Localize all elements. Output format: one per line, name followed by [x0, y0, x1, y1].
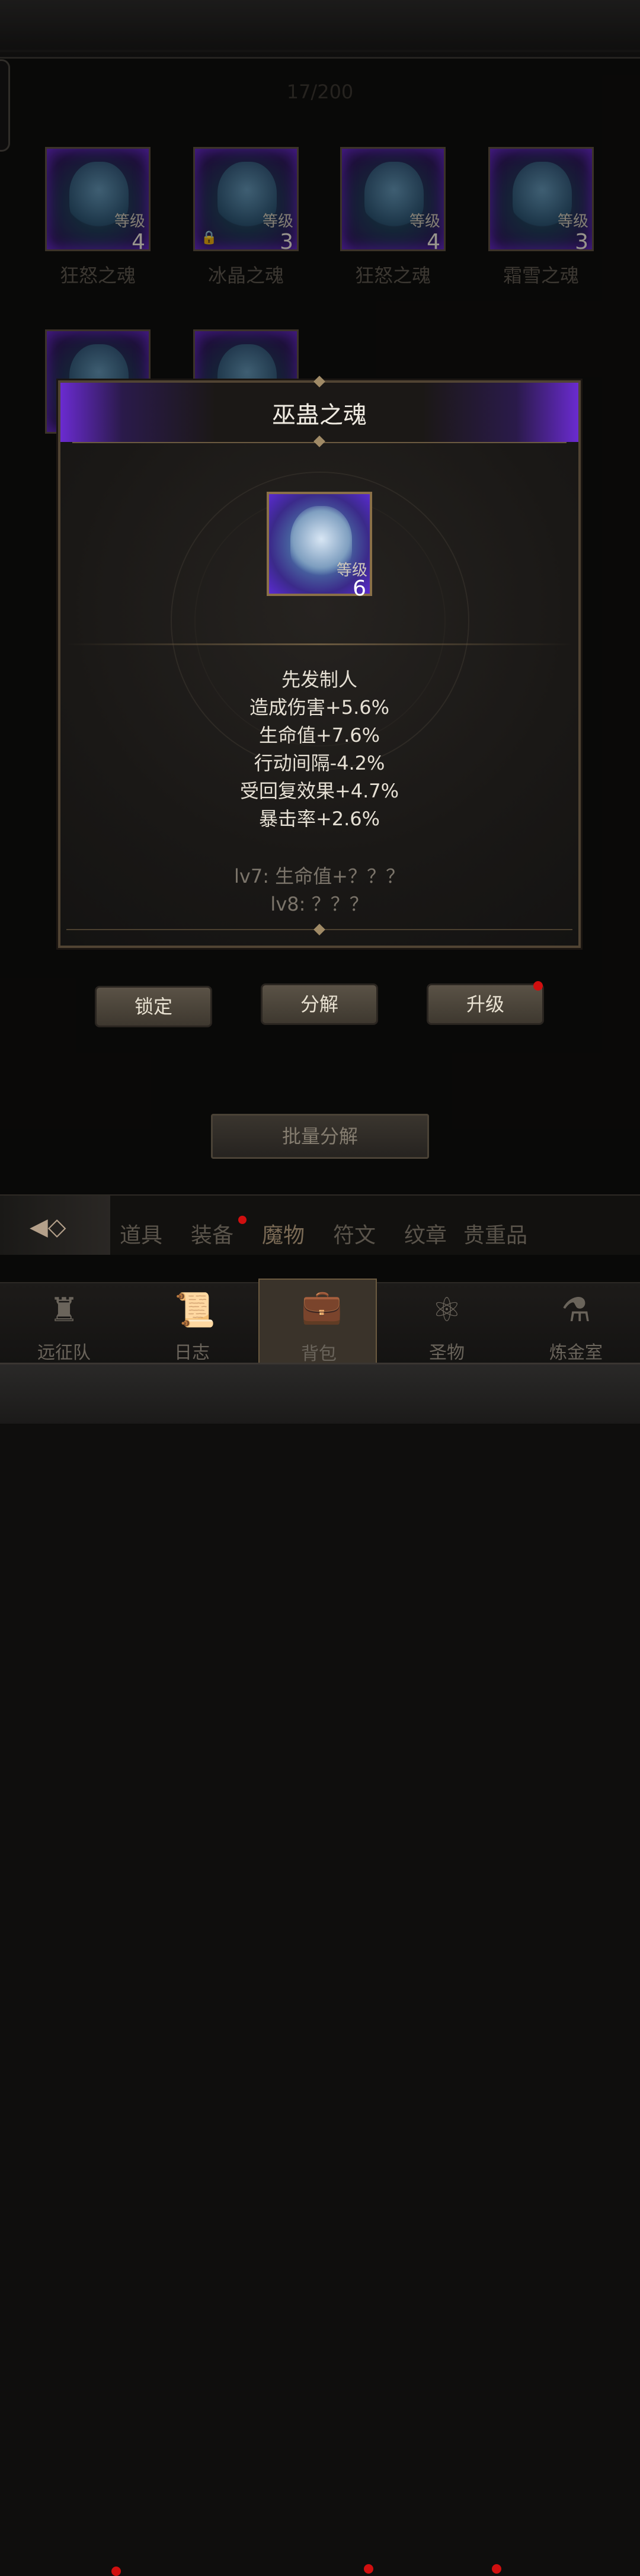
notification-dot — [111, 2567, 121, 2576]
effect-line: 先发制人 — [281, 668, 357, 691]
effect-line: 造成伤害+5.6% — [249, 696, 390, 719]
viking-helmet-icon: ♜ — [49, 1291, 79, 1329]
selected-soul-icon: 等级 6 — [267, 492, 372, 600]
tab-items[interactable]: 道具 — [120, 1218, 162, 1249]
scroll-icon: 📜 — [174, 1291, 216, 1329]
next-level-line: lv7: 生命值+？？？ — [234, 865, 405, 887]
notification-dot — [238, 1216, 247, 1224]
nav-label: 远征队 — [37, 1343, 91, 1363]
tab-emblems[interactable]: 纹章 — [404, 1218, 447, 1249]
effect-line: 行动间隔-4.2% — [254, 752, 385, 774]
tab-valuables[interactable]: 贵重品 — [463, 1218, 527, 1249]
backpack-icon: 💼 — [301, 1287, 343, 1326]
next-level-preview: lv7: 生命值+？？？ lv8: ？？？ — [60, 863, 578, 918]
upgrade-button[interactable]: 升级 — [427, 983, 544, 1025]
effects-list: 先发制人 造成伤害+5.6% 生命值+7.6% 行动间隔-4.2% 受回复效果+… — [60, 666, 578, 833]
nav-expedition[interactable]: ♜ 远征队 — [5, 1283, 123, 1364]
tabs-back-button[interactable]: ◀◇ — [0, 1196, 110, 1255]
bottom-navigation: ♜ 远征队 📜 日志 💼 背包 ⚛ 圣物 ⚗ 炼金室 — [0, 1279, 640, 2576]
notification-dot — [492, 2564, 501, 2574]
decompose-button[interactable]: 分解 — [261, 983, 378, 1025]
effect-line: 生命值+7.6% — [258, 724, 380, 746]
nav-journal[interactable]: 📜 日志 — [133, 1283, 251, 1364]
tab-equipment[interactable]: 装备 — [191, 1218, 233, 1249]
ornament-icon — [313, 924, 325, 935]
soul-detail-popup: 巫蛊之魂 等级 6 先发制人 造成伤害+5.6% 生命值+7.6% 行动间隔-4… — [58, 376, 581, 948]
nav-alchemy[interactable]: ⚗ 炼金室 — [517, 1283, 635, 1364]
nav-relics[interactable]: ⚛ 圣物 — [388, 1283, 506, 1364]
arrow-left-icon: ◀◇ — [30, 1213, 66, 1241]
category-tabs: ◀◇ 道具 装备 魔物 符文 纹章 贵重品 — [0, 1194, 640, 1255]
alchemy-icon: ⚗ — [561, 1291, 591, 1329]
effect-line: 暴击率+2.6% — [258, 808, 380, 830]
nav-label: 圣物 — [429, 1343, 465, 1363]
tab-runes[interactable]: 符文 — [333, 1218, 376, 1249]
batch-decompose-button[interactable]: 批量分解 — [211, 1114, 429, 1159]
notification-dot — [533, 981, 543, 991]
nav-backpack[interactable]: 💼 背包 — [258, 1279, 377, 1364]
nav-label: 炼金室 — [549, 1343, 603, 1363]
bottom-frame — [0, 1363, 640, 1424]
nav-label: 背包 — [301, 1344, 337, 1364]
torch-icon: ⚛ — [431, 1291, 462, 1329]
lock-button[interactable]: 锁定 — [95, 986, 212, 1027]
next-level-line: lv8: ？？？ — [270, 893, 369, 915]
notification-dot — [364, 2564, 373, 2574]
tab-monsters[interactable]: 魔物 — [262, 1218, 305, 1249]
level-value: 6 — [353, 576, 366, 601]
popup-title: 巫蛊之魂 — [272, 402, 367, 429]
effect-line: 受回复效果+4.7% — [239, 780, 399, 802]
divider — [66, 643, 572, 645]
nav-label: 日志 — [174, 1343, 210, 1363]
